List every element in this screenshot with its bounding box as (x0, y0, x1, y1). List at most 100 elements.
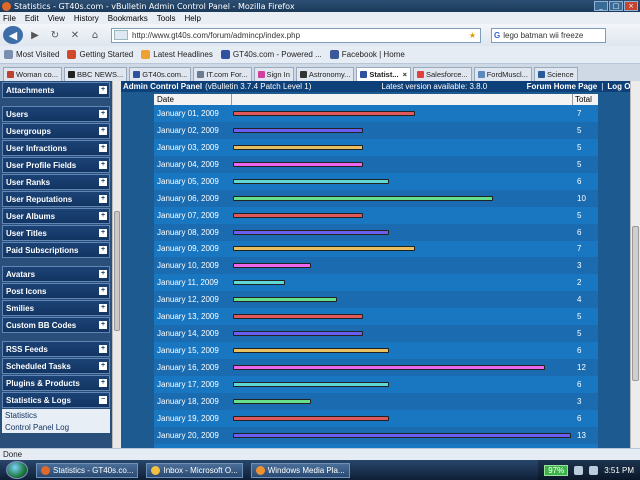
sidebar-item-paid-subscriptions[interactable]: Paid Subscriptions + (2, 242, 110, 258)
expand-icon[interactable]: + (99, 86, 107, 94)
row-total: 6 (577, 227, 582, 237)
row-bar (233, 127, 363, 133)
row-total: 13 (577, 430, 586, 440)
tab-science[interactable]: Science (533, 67, 578, 81)
minimize-button[interactable]: _ (594, 1, 608, 11)
taskbar-outlook[interactable]: Inbox - Microsoft O... (146, 462, 243, 478)
expand-icon[interactable]: + (99, 321, 107, 329)
main-scrollbar[interactable] (630, 81, 640, 448)
bookmark-facebook[interactable]: Facebook | Home (329, 50, 405, 59)
expand-icon[interactable]: + (99, 161, 107, 169)
expand-icon[interactable]: + (99, 345, 107, 353)
start-button[interactable] (6, 461, 28, 479)
tab-bbc[interactable]: BBC NEWS... (63, 67, 128, 81)
back-button[interactable]: ◀ (3, 26, 23, 44)
sidebar-item-smilies[interactable]: Smilies + (2, 300, 110, 316)
expand-icon[interactable]: + (99, 178, 107, 186)
sidebar-subitem-statistics[interactable]: Statistics (2, 409, 110, 421)
tab-statistics[interactable]: Statist... × (356, 67, 411, 81)
expand-icon[interactable]: + (99, 362, 107, 370)
tab-label: FordMuscl... (486, 70, 528, 79)
collapse-icon[interactable]: − (99, 396, 107, 404)
expand-icon[interactable]: + (99, 287, 107, 295)
sidebar-item-statistics-logs[interactable]: Statistics & Logs − (2, 392, 110, 408)
sidebar-item-attachments[interactable]: Attachments + (2, 82, 110, 98)
expand-icon[interactable]: + (99, 246, 107, 254)
sidebar-item-user-albums[interactable]: User Albums + (2, 208, 110, 224)
sidebar-item-custom-bb-codes[interactable]: Custom BB Codes + (2, 317, 110, 333)
site-identity-icon[interactable] (114, 30, 128, 40)
sidebar-item-scheduled-tasks[interactable]: Scheduled Tasks + (2, 358, 110, 374)
column-header-date[interactable]: Date (154, 94, 232, 105)
menu-edit[interactable]: Edit (25, 14, 39, 23)
tab-woman[interactable]: Woman co... (3, 67, 62, 81)
bookmark-gt40s[interactable]: GT40s.com - Powered ... (220, 50, 322, 59)
menu-view[interactable]: View (48, 14, 65, 23)
taskbar-media-player[interactable]: Windows Media Pla... (250, 462, 350, 478)
expand-icon[interactable]: + (99, 127, 107, 135)
bookmark-latest-headlines[interactable]: Latest Headlines (141, 50, 213, 59)
menu-tools[interactable]: Tools (157, 14, 176, 23)
tab-sign-in[interactable]: Sign In (253, 67, 294, 81)
sidebar-item-user-infractions[interactable]: User Infractions + (2, 140, 110, 156)
bookmark-star-icon[interactable]: ★ (469, 31, 476, 40)
expand-icon[interactable]: + (99, 212, 107, 220)
menu-file[interactable]: File (3, 14, 16, 23)
taskbar-label: Statistics - GT40s.co... (53, 465, 134, 475)
expand-icon[interactable]: + (99, 304, 107, 312)
row-total: 5 (577, 210, 582, 220)
search-input[interactable]: G lego batman wii freeze (491, 27, 606, 43)
row-date: January 16, 2009 (157, 363, 219, 373)
clock[interactable]: 3:51 PM (604, 466, 634, 475)
maximize-button[interactable]: □ (609, 1, 623, 11)
volume-icon[interactable] (589, 465, 599, 475)
sidebar-item-user-reputations[interactable]: User Reputations + (2, 191, 110, 207)
table-body: January 01, 2009 7 January 02, 2009 5 Januar… (154, 105, 598, 448)
stop-icon[interactable]: ✕ (68, 28, 82, 42)
home-icon[interactable]: ⌂ (88, 28, 102, 42)
expand-icon[interactable]: + (99, 379, 107, 387)
sidebar-item-rss-feeds[interactable]: RSS Feeds + (2, 341, 110, 357)
tab-astronomy[interactable]: Astronomy... (295, 67, 355, 81)
forum-home-link[interactable]: Forum Home Page (527, 82, 598, 91)
close-tab-icon[interactable]: × (403, 70, 407, 79)
expand-icon[interactable]: + (99, 110, 107, 118)
battery-indicator[interactable]: 97% (544, 464, 569, 476)
sidebar-item-user-ranks[interactable]: User Ranks + (2, 174, 110, 190)
sidebar-item-post-icons[interactable]: Post Icons + (2, 283, 110, 299)
reload-icon[interactable]: ↻ (48, 28, 62, 42)
expand-icon[interactable]: + (99, 270, 107, 278)
menu-help[interactable]: Help (184, 14, 200, 23)
tab-fordmuscle[interactable]: FordMuscl... (473, 67, 532, 81)
tab-salesforce[interactable]: Salesforce... (413, 67, 472, 81)
google-icon[interactable]: G (494, 31, 500, 40)
expand-icon[interactable]: + (99, 229, 107, 237)
sidebar-item-users[interactable]: Users + (2, 106, 110, 122)
sidebar-item-usergroups[interactable]: Usergroups + (2, 123, 110, 139)
forward-button[interactable]: ▶ (28, 28, 42, 42)
sidebar-subitem-control-panel-log[interactable]: Control Panel Log (2, 421, 110, 433)
bookmark-getting-started[interactable]: Getting Started (67, 50, 133, 59)
sidebar-scrollbar[interactable] (112, 81, 121, 448)
sidebar-item-avatars[interactable]: Avatars + (2, 266, 110, 282)
tab-gt40s[interactable]: GT40s.com... (129, 67, 192, 81)
expand-icon[interactable]: + (99, 195, 107, 203)
sidebar-item-user-profile-fields[interactable]: User Profile Fields + (2, 157, 110, 173)
row-bar (233, 432, 571, 438)
url-bar[interactable]: http://www.gt40s.com/forum/admincp/index… (111, 27, 481, 43)
expand-icon[interactable]: + (99, 144, 107, 152)
menu-bookmarks[interactable]: Bookmarks (108, 14, 148, 23)
sidebar-item-plugins-products[interactable]: Plugins & Products + (2, 375, 110, 391)
column-header-total[interactable]: Total (572, 94, 598, 105)
acp-main: Admin Control Panel (vBulletin 3.7.4 Pat… (121, 81, 640, 448)
scrollbar-thumb[interactable] (114, 211, 120, 331)
taskbar-firefox[interactable]: Statistics - GT40s.co... (36, 462, 139, 478)
menu-history[interactable]: History (74, 14, 99, 23)
close-window-button[interactable]: × (624, 1, 638, 11)
bar-track (233, 224, 571, 241)
tab-itcom[interactable]: IT.com For... (193, 67, 252, 81)
scrollbar-thumb[interactable] (632, 226, 639, 381)
network-icon[interactable] (574, 465, 584, 475)
bookmark-most-visited[interactable]: Most Visited (4, 50, 59, 59)
sidebar-item-user-titles[interactable]: User Titles + (2, 225, 110, 241)
